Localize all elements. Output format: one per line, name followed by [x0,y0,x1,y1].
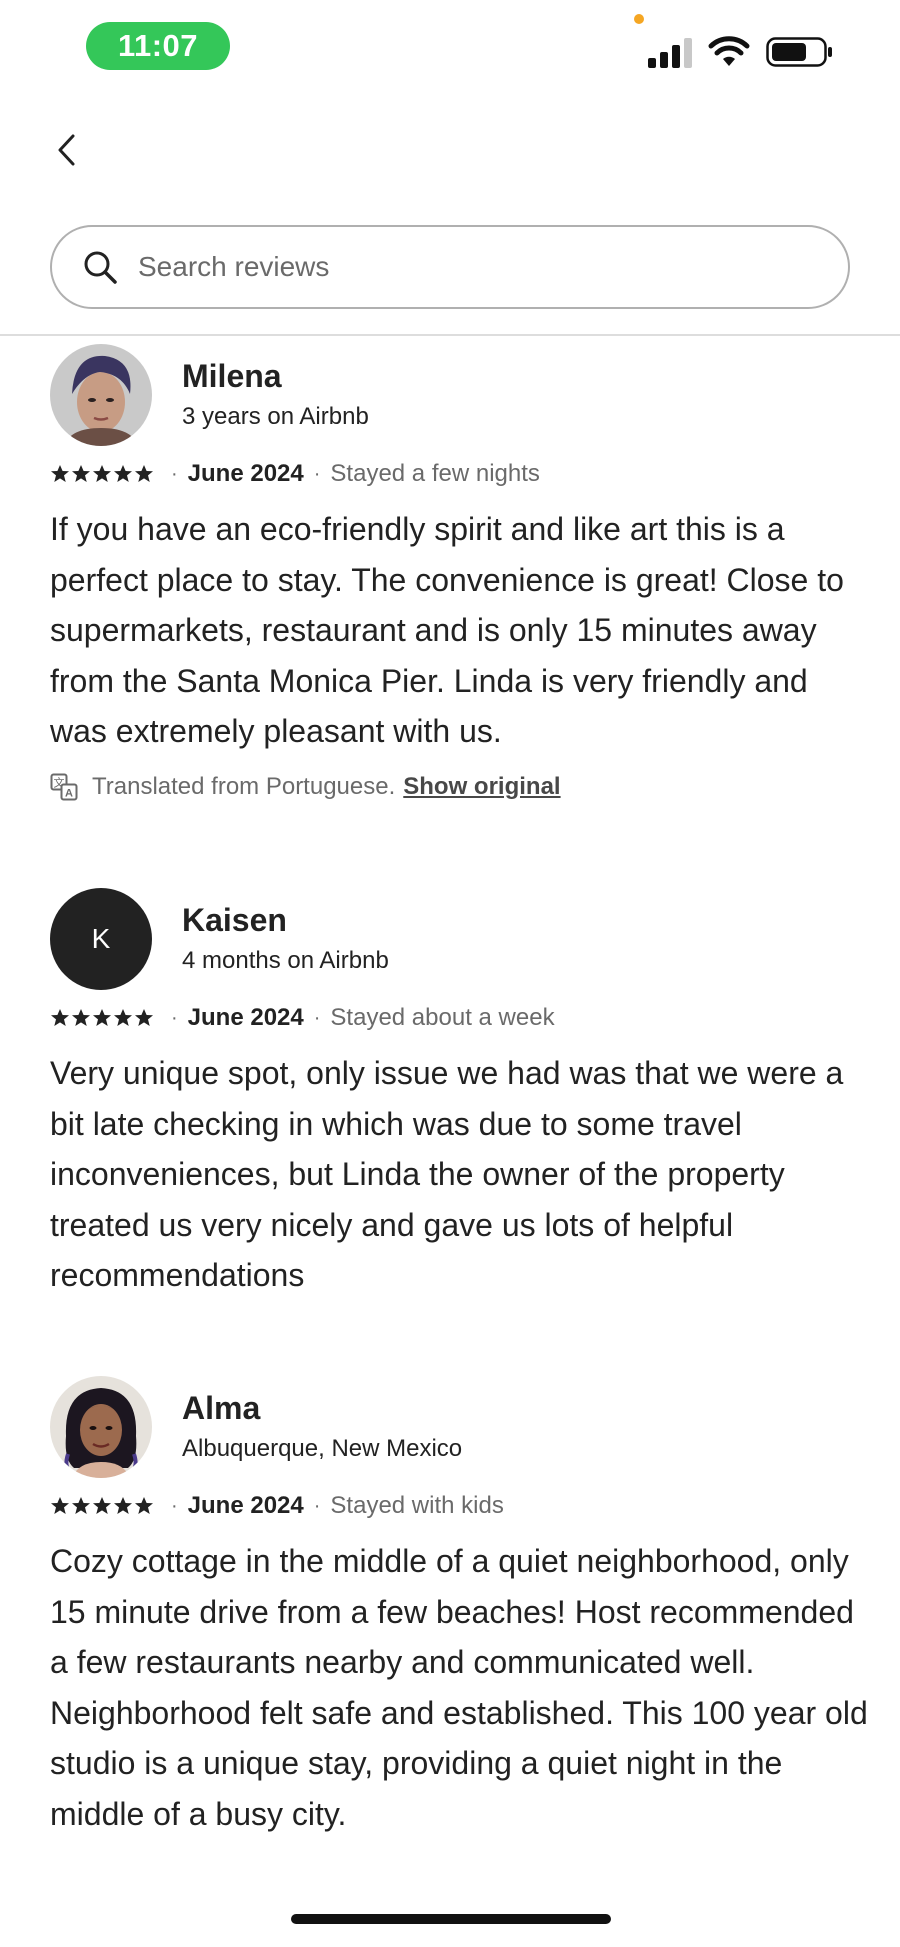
review-text: Cozy cottage in the middle of a quiet ne… [50,1543,868,1832]
reviewer-subtitle: Albuquerque, New Mexico [182,1435,463,1462]
review-item: Alma Albuquerque, New Mexico · June 2024… [50,1376,870,1839]
star-icon [72,1009,90,1026]
stay-duration: Stayed about a week [330,1004,555,1031]
star-icon [93,1497,111,1514]
separator-dot: · [313,462,321,485]
reviewer-name: Milena [182,358,282,394]
star-icon [114,465,132,482]
translation-note: 文 A Translated from Portuguese. Show ori… [50,769,870,805]
search-icon [84,251,117,284]
review-item: Milena 3 years on Airbnb · June 2024 · S… [50,344,870,805]
battery-icon [766,37,832,67]
header-divider [0,334,900,336]
star-rating [50,464,155,484]
star-icon [114,1009,132,1026]
status-time: 11:07 [86,22,230,70]
reviewer-photo [50,1376,152,1478]
svg-text:A: A [65,787,73,799]
status-bar: 11:07 [0,0,900,95]
reviewer-name: Alma [182,1390,261,1426]
review-meta: · June 2024 · Stayed about a week [50,1002,870,1034]
separator-dot: · [313,1006,321,1029]
avatar[interactable] [50,344,152,446]
reviewer-subtitle: 4 months on Airbnb [182,947,389,974]
reviewer-name: Kaisen [182,902,287,938]
separator-dot: · [171,1006,178,1029]
avatar[interactable]: K [50,888,152,990]
avatar[interactable] [50,1376,152,1478]
review-header: Milena 3 years on Airbnb [50,344,870,454]
star-icon [114,1497,132,1514]
back-button[interactable] [48,128,84,172]
star-icon [135,1497,153,1514]
translate-icon: 文 A [50,773,78,800]
star-icon [72,1497,90,1514]
review-date: June 2024 [187,460,304,487]
search-input[interactable] [138,251,818,283]
privacy-indicator-dot [634,14,644,24]
stay-duration: Stayed with kids [330,1492,504,1519]
separator-dot: · [171,462,178,485]
separator-dot: · [171,1494,178,1517]
review-meta: · June 2024 · Stayed a few nights [50,458,870,490]
review-text: Very unique spot, only issue we had was … [50,1055,844,1293]
star-icon [51,465,69,482]
review-header: K Kaisen 4 months on Airbnb [50,888,870,998]
star-rating [50,1008,155,1028]
separator-dot: · [313,1494,321,1517]
star-icon [93,465,111,482]
review-text: If you have an eco-friendly spirit and l… [50,511,844,749]
review-date: June 2024 [187,1004,304,1031]
show-original-link[interactable]: Show original [403,773,560,801]
review-item: K Kaisen 4 months on Airbnb · June 2024 … [50,888,870,1301]
stay-duration: Stayed a few nights [330,460,540,487]
star-icon [72,465,90,482]
star-icon [51,1497,69,1514]
home-indicator[interactable] [291,1914,611,1924]
wifi-icon [708,36,750,66]
star-rating [50,1496,155,1516]
review-header: Alma Albuquerque, New Mexico [50,1376,870,1486]
search-bar[interactable] [50,225,850,309]
translation-text: Translated from Portuguese. [92,772,396,800]
review-meta: · June 2024 · Stayed with kids [50,1490,870,1522]
reviewer-photo [50,344,152,446]
chevron-left-icon [58,134,75,166]
cellular-signal-icon [648,38,692,68]
review-date: June 2024 [187,1492,304,1519]
star-icon [51,1009,69,1026]
reviewer-subtitle: 3 years on Airbnb [182,403,369,430]
star-icon [135,1009,153,1026]
star-icon [93,1009,111,1026]
star-icon [135,465,153,482]
